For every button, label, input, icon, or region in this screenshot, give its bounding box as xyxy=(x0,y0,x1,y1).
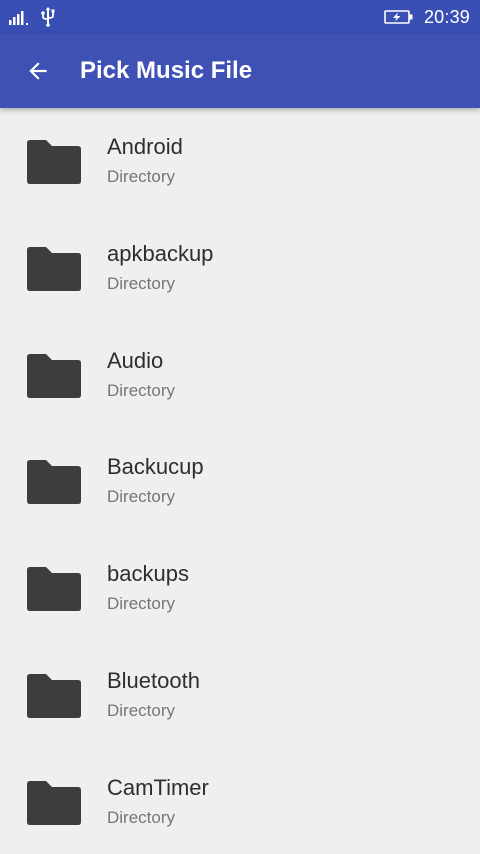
status-bar: 20:39 xyxy=(0,0,480,34)
folder-icon xyxy=(27,780,81,825)
folder-icon xyxy=(27,353,81,398)
list-item-name: Backucup xyxy=(107,454,204,480)
list-item[interactable]: Backucup Directory xyxy=(0,428,480,535)
signal-bars-icon xyxy=(9,11,28,25)
list-item-type: Directory xyxy=(107,594,176,614)
list-item[interactable]: CamTimer Directory xyxy=(0,749,480,854)
list-item-name: Android xyxy=(107,134,183,159)
folder-icon xyxy=(27,140,81,184)
status-time: 20:39 xyxy=(423,6,470,27)
list-item[interactable]: Audio Directory xyxy=(0,322,480,429)
folder-icon xyxy=(27,246,81,291)
page-title: Pick Music File xyxy=(80,57,253,84)
list-item-name: apkbackup xyxy=(107,240,214,266)
status-right-icons: 20:39 xyxy=(384,0,470,34)
list-item[interactable]: Android Directory xyxy=(0,108,480,215)
list-item[interactable]: apkbackup Directory xyxy=(0,215,480,322)
battery-charging-icon xyxy=(384,10,413,24)
list-item-name: Audio xyxy=(107,347,164,373)
list-item-type: Directory xyxy=(107,700,176,720)
folder-icon xyxy=(27,567,81,612)
folder-icon xyxy=(27,460,81,505)
list-item-type: Directory xyxy=(107,807,176,827)
list-item-name: Bluetooth xyxy=(107,667,200,693)
back-button[interactable] xyxy=(18,51,58,91)
list-item[interactable]: Bluetooth Directory xyxy=(0,642,480,749)
list-item-type: Directory xyxy=(107,273,176,293)
list-item-type: Directory xyxy=(107,487,176,507)
app-bar: Pick Music File xyxy=(0,34,480,108)
arrow-left-icon xyxy=(29,62,47,80)
list-item-name: CamTimer xyxy=(107,774,209,800)
list-item-type: Directory xyxy=(107,167,176,186)
folder-icon xyxy=(27,673,81,718)
list-item-name: backups xyxy=(107,561,189,587)
directory-list[interactable]: Android Directory apkbackup Directory Audio D… xyxy=(0,108,480,854)
status-left-icons xyxy=(8,7,56,27)
list-item-type: Directory xyxy=(107,380,176,400)
usb-icon xyxy=(41,7,55,27)
list-item[interactable]: backups Directory xyxy=(0,535,480,642)
